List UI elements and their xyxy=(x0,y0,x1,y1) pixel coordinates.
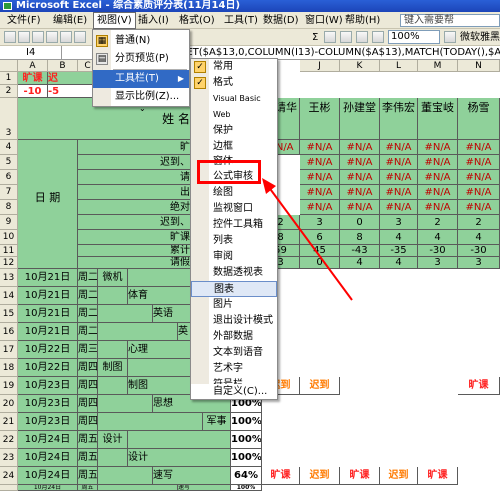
annotation-arrow-icon xyxy=(262,178,353,301)
